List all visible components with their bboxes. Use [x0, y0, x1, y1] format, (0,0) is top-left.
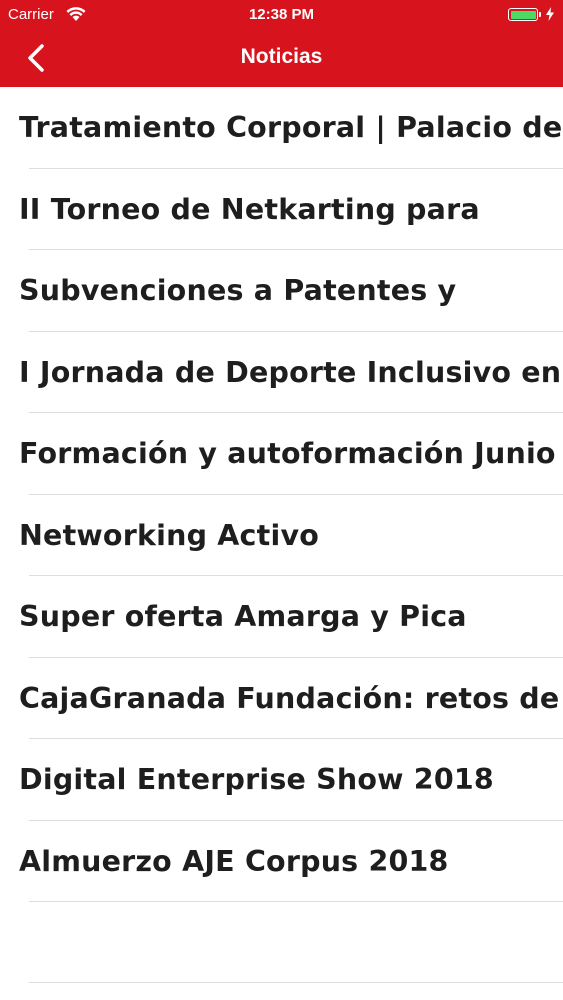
app-header: Carrier 12:38 PM Noticias: [0, 0, 563, 87]
status-time: 12:38 PM: [248, 6, 315, 23]
news-item-title: Digital Enterprise Show 2018: [19, 763, 494, 796]
news-item-title: I Jornada de Deporte Inclusivo en: [19, 355, 562, 389]
status-bar: Carrier 12:38 PM: [0, 0, 563, 30]
news-item-title: Networking Activo: [19, 518, 320, 552]
news-item[interactable]: Super oferta Amarga y Pica: [0, 576, 563, 658]
news-item-title: Formación y autoformación Junio: [19, 437, 556, 470]
news-item[interactable]: Tratamiento Corporal | Palacio de: [0, 87, 563, 169]
news-item[interactable]: Almuerzo AJE Corpus 2018: [0, 821, 563, 902]
nav-bar: Noticias: [0, 30, 563, 87]
battery-level: [510, 10, 536, 19]
news-item-title: Tratamiento Corporal | Palacio de: [19, 111, 563, 144]
news-item[interactable]: Subvenciones a Patentes y: [0, 250, 563, 332]
row-divider: [29, 982, 563, 983]
news-list: Tratamiento Corporal | Palacio de II Tor…: [0, 87, 563, 902]
battery-icon: [508, 8, 538, 21]
news-item-title: Subvenciones a Patentes y: [19, 274, 457, 307]
page-title: Noticias: [240, 45, 323, 68]
news-item[interactable]: Digital Enterprise Show 2018: [0, 739, 563, 821]
news-item[interactable]: Networking Activo: [0, 495, 563, 576]
news-item-title: Almuerzo AJE Corpus 2018: [19, 844, 449, 878]
row-divider: [29, 901, 563, 902]
news-item[interactable]: I Jornada de Deporte Inclusivo en: [0, 332, 563, 413]
charging-icon: [546, 7, 554, 21]
news-item[interactable]: CajaGranada Fundación: retos de: [0, 658, 563, 739]
news-item[interactable]: II Torneo de Netkarting para: [0, 169, 563, 250]
news-item[interactable]: Formación y autoformación Junio: [0, 413, 563, 495]
battery-tip: [539, 12, 541, 17]
news-item-title: II Torneo de Netkarting para: [19, 192, 480, 226]
news-item-title: CajaGranada Fundación: retos de: [19, 681, 560, 715]
news-item-title: Super oferta Amarga y Pica: [19, 600, 467, 633]
